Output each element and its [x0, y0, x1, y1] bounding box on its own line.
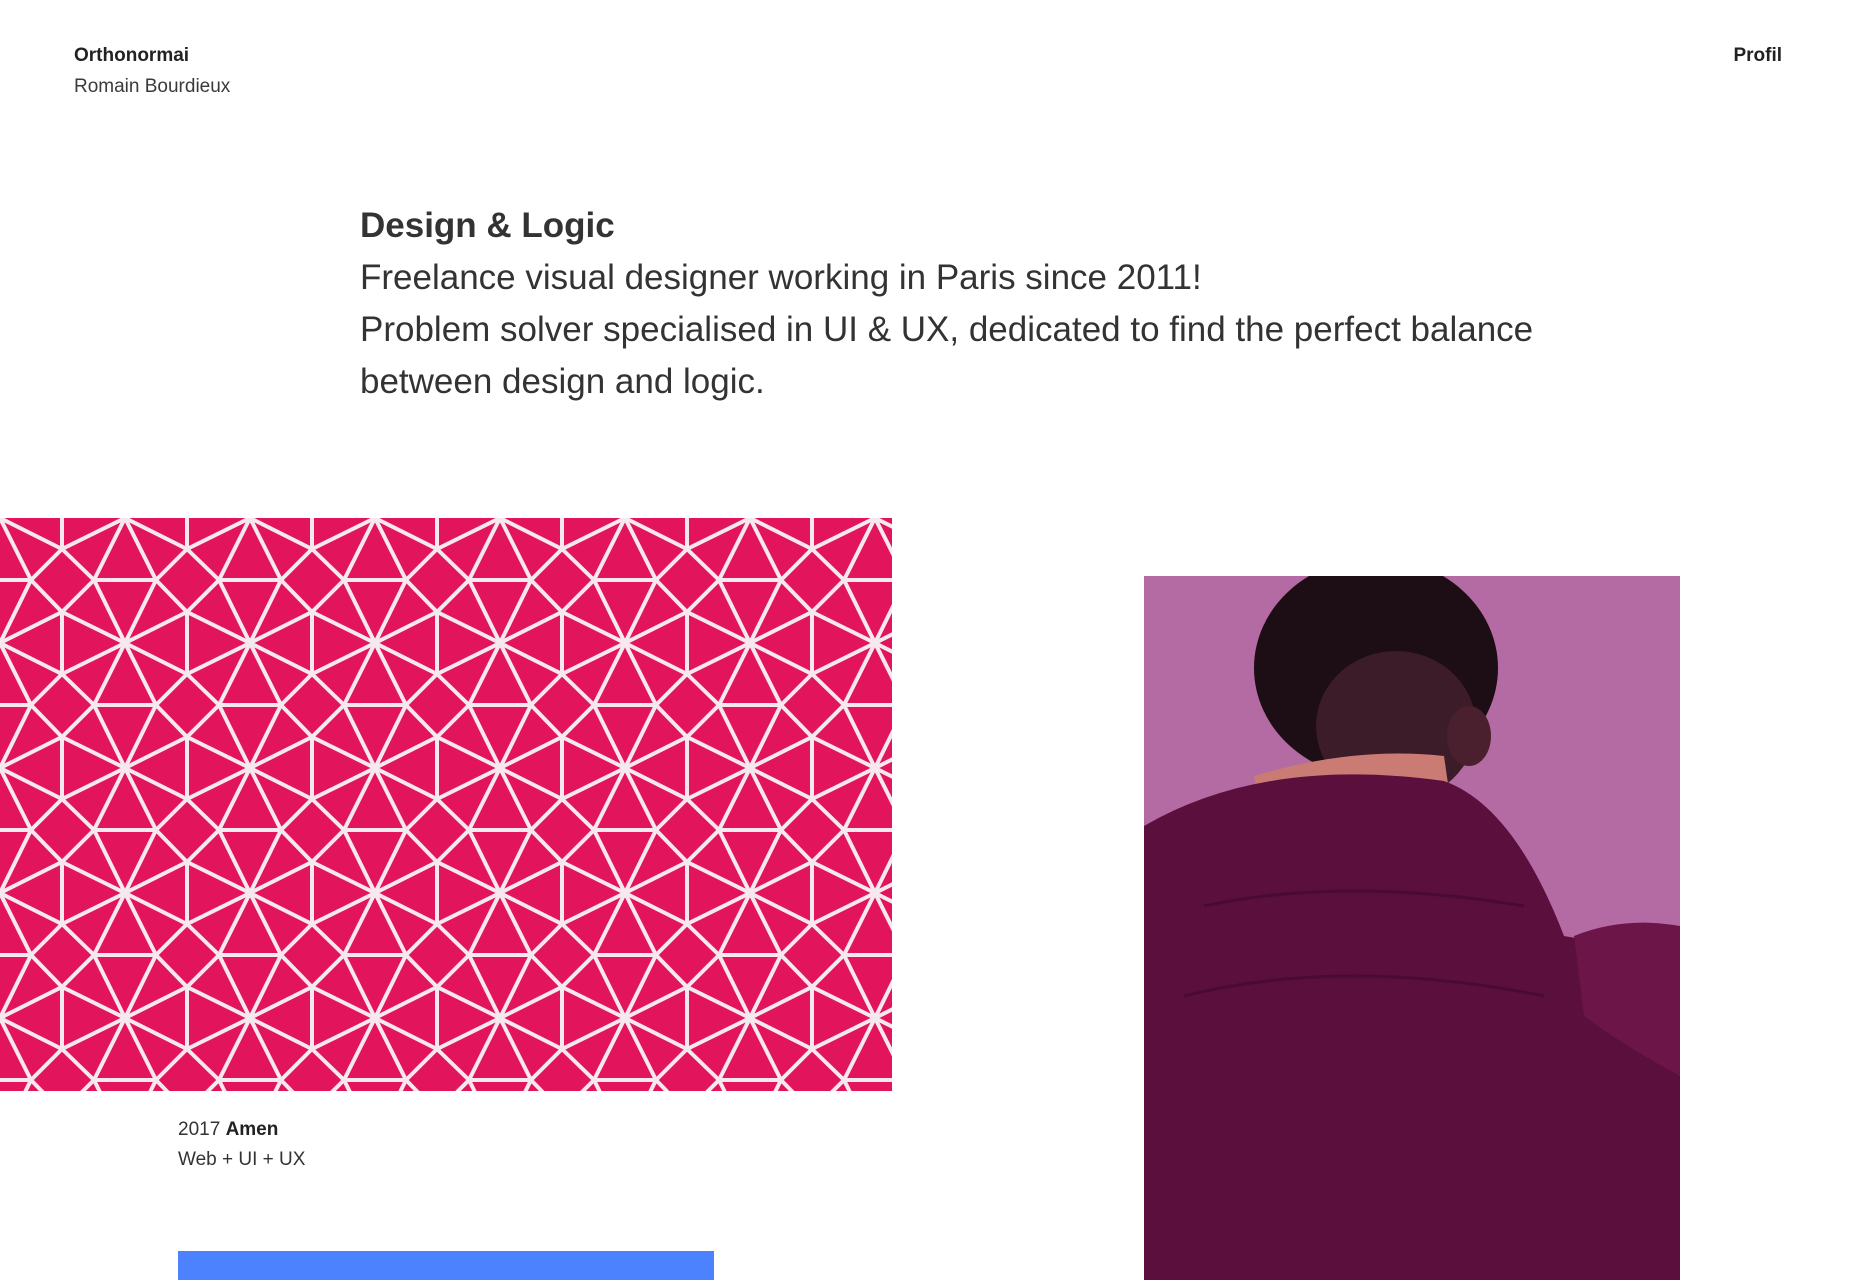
brand-name: Orthonormai [74, 45, 190, 66]
intro-headline: Design & Logic [360, 206, 615, 245]
intro-line-1: Freelance visual designer working in Par… [360, 258, 1202, 297]
intro-line-2: Problem solver specialised in UI & UX, d… [360, 310, 1534, 349]
project-amen-caption: 2017 Amen Web + UI + UX [178, 1115, 305, 1175]
owner-name: Romain Bourdieux [74, 76, 231, 97]
intro: Design & Logic Freelance visual designer… [360, 200, 1540, 408]
nav-profil-link[interactable]: Profil [1733, 40, 1782, 71]
project-blue-image[interactable] [178, 1251, 714, 1280]
project-year: 2017 [178, 1119, 221, 1140]
project-amen-image[interactable] [0, 518, 892, 1091]
project-title[interactable]: Amen [226, 1119, 279, 1140]
project-photo-image[interactable] [1144, 576, 1680, 1280]
brand-link[interactable]: Orthonormai Romain Bourdieux [74, 40, 230, 102]
intro-line-3: between design and logic. [360, 362, 765, 401]
project-tags: Web + UI + UX [178, 1149, 306, 1170]
page: Orthonormai Romain Bourdieux Profil Desi… [0, 0, 1856, 1280]
